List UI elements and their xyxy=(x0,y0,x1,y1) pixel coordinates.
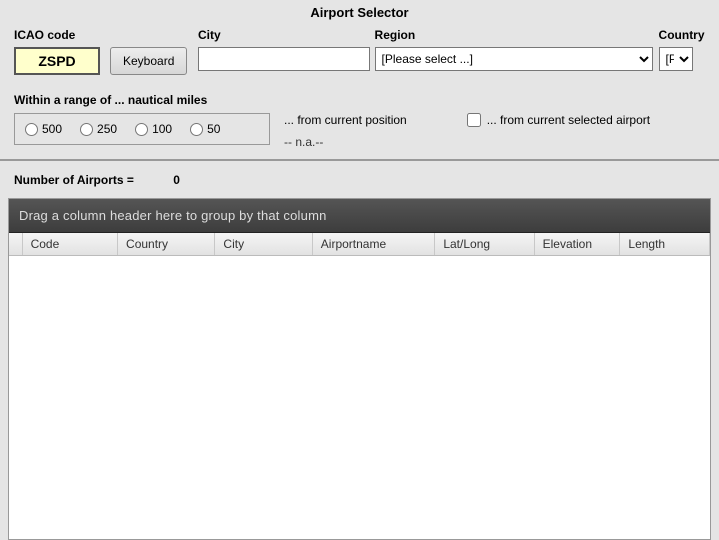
icao-label: ICAO code xyxy=(14,28,198,42)
col-header-elevation[interactable]: Elevation xyxy=(535,233,621,255)
col-header-code[interactable]: Code xyxy=(23,233,118,255)
from-current-group: ... from current position -- n.a.-- xyxy=(284,113,407,149)
col-header-airportname[interactable]: Airportname xyxy=(313,233,436,255)
from-selected-group: ... from current selected airport xyxy=(467,113,650,127)
range-option-50[interactable]: 50 xyxy=(190,122,220,136)
grid-body[interactable] xyxy=(9,256,710,539)
range-option-100[interactable]: 100 xyxy=(135,122,172,136)
from-selected-checkbox[interactable] xyxy=(467,113,481,127)
search-panel: ICAO code Keyboard City Region [Please s… xyxy=(0,28,719,161)
range-option-250[interactable]: 250 xyxy=(80,122,117,136)
airport-selector-window: Airport Selector ICAO code Keyboard City… xyxy=(0,0,719,540)
country-label: Country xyxy=(659,28,705,42)
results-grid: Drag a column header here to group by th… xyxy=(8,198,711,540)
range-label: Within a range of ... nautical miles xyxy=(14,93,705,107)
group-by-bar[interactable]: Drag a column header here to group by th… xyxy=(9,199,710,233)
region-select[interactable]: [Please select ...] xyxy=(375,47,653,71)
current-position-value: -- n.a.-- xyxy=(284,135,407,149)
country-select[interactable]: [Please select ...] xyxy=(659,47,693,71)
from-selected-label: ... from current selected airport xyxy=(487,113,650,127)
header-spacer xyxy=(9,233,23,255)
col-header-country[interactable]: Country xyxy=(118,233,215,255)
count-label: Number of Airports = xyxy=(14,173,134,187)
column-headers: Code Country City Airportname Lat/Long E… xyxy=(9,233,710,256)
airport-count-row: Number of Airports = 0 xyxy=(0,161,719,198)
region-label: Region xyxy=(375,28,653,42)
col-header-city[interactable]: City xyxy=(215,233,312,255)
col-header-latlong[interactable]: Lat/Long xyxy=(435,233,534,255)
from-current-label: ... from current position xyxy=(284,113,407,127)
range-option-500[interactable]: 500 xyxy=(25,122,62,136)
window-title: Airport Selector xyxy=(0,0,719,28)
count-value: 0 xyxy=(173,173,180,187)
city-input[interactable] xyxy=(198,47,370,71)
icao-input[interactable] xyxy=(14,47,100,75)
keyboard-button[interactable]: Keyboard xyxy=(110,47,187,75)
range-radio-group: 500 250 100 50 xyxy=(14,113,270,145)
city-label: City xyxy=(198,28,375,42)
col-header-length[interactable]: Length xyxy=(620,233,710,255)
